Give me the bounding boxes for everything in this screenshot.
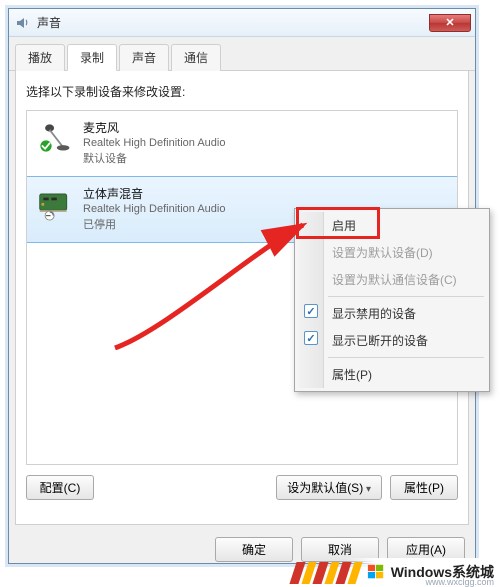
tab-strip: 播放 录制 声音 通信 xyxy=(9,37,475,71)
close-button[interactable]: ✕ xyxy=(429,14,471,32)
check-icon: ✓ xyxy=(304,304,318,318)
ctx-set-default-comm[interactable]: 设置为默认通信设备(C) xyxy=(298,266,486,293)
pane-buttons: 配置(C) 设为默认值(S) 属性(P) xyxy=(26,475,458,500)
tab-communications[interactable]: 通信 xyxy=(171,44,221,71)
stripes-icon xyxy=(289,562,362,584)
ctx-enable[interactable]: 启用 xyxy=(298,212,486,239)
close-icon: ✕ xyxy=(445,16,454,29)
ctx-show-disconnected[interactable]: ✓ 显示已断开的设备 xyxy=(298,327,486,354)
windows-logo-icon xyxy=(367,563,385,581)
configure-button[interactable]: 配置(C) xyxy=(26,475,94,500)
device-status: 默认设备 xyxy=(83,150,225,166)
device-name: 麦克风 xyxy=(83,119,225,136)
device-status: 已停用 xyxy=(83,216,225,232)
device-microphone[interactable]: 麦克风 Realtek High Definition Audio 默认设备 xyxy=(27,111,457,177)
device-driver: Realtek High Definition Audio xyxy=(83,137,225,149)
microphone-icon xyxy=(37,119,73,155)
ctx-show-disabled[interactable]: ✓ 显示禁用的设备 xyxy=(298,300,486,327)
set-default-button[interactable]: 设为默认值(S) xyxy=(276,475,382,500)
properties-button[interactable]: 属性(P) xyxy=(390,475,458,500)
sound-icon xyxy=(15,15,31,31)
separator xyxy=(328,357,484,358)
device-name: 立体声混音 xyxy=(83,185,225,202)
context-menu: 启用 设置为默认设备(D) 设置为默认通信设备(C) ✓ 显示禁用的设备 ✓ 显… xyxy=(294,208,490,392)
device-driver: Realtek High Definition Audio xyxy=(83,203,225,215)
instruction-text: 选择以下录制设备来修改设置: xyxy=(26,83,458,100)
tab-sounds[interactable]: 声音 xyxy=(119,44,169,71)
tab-recording[interactable]: 录制 xyxy=(67,44,117,71)
tab-playback[interactable]: 播放 xyxy=(15,44,65,71)
ok-button[interactable]: 确定 xyxy=(215,537,293,562)
window-title: 声音 xyxy=(37,14,429,31)
soundcard-icon xyxy=(37,185,73,221)
titlebar[interactable]: 声音 ✕ xyxy=(9,9,475,37)
ctx-set-default-device[interactable]: 设置为默认设备(D) xyxy=(298,239,486,266)
separator xyxy=(328,296,484,297)
ctx-properties[interactable]: 属性(P) xyxy=(298,361,486,388)
check-icon: ✓ xyxy=(304,331,318,345)
